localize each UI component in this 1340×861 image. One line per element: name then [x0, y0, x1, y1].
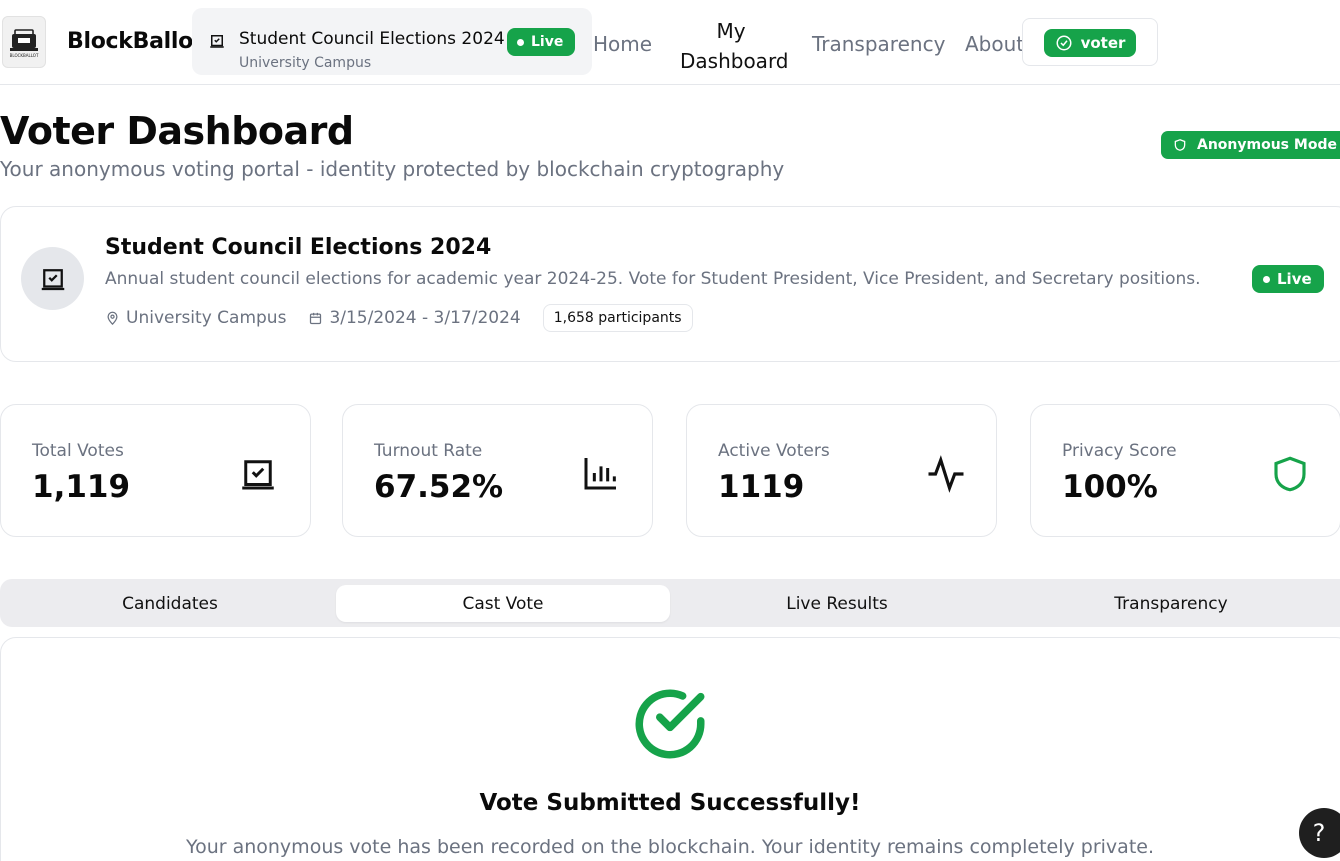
live-dot-icon [517, 38, 524, 46]
top-navbar: BLOCKBALLOT BlockBallot Student Council … [0, 0, 1340, 85]
election-location-meta: University Campus [105, 308, 286, 328]
nav-transparency-link[interactable]: Transparency [812, 32, 945, 56]
check-circle-icon [1056, 35, 1072, 51]
map-pin-icon [107, 311, 118, 325]
election-meta: University Campus 3/15/2024 - 3/17/2024 … [105, 304, 693, 332]
brand-logo[interactable]: BLOCKBALLOT [2, 16, 46, 68]
live-status-badge: Live [507, 28, 576, 56]
stat-card-active-voters: Active Voters 1119 [686, 404, 997, 537]
svg-text:BLOCKBALLOT: BLOCKBALLOT [10, 53, 39, 58]
stat-card-total-votes: Total Votes 1,119 [0, 404, 311, 537]
vote-box-icon [242, 460, 274, 490]
tab-candidates[interactable]: Candidates [3, 585, 337, 622]
current-election-selector[interactable]: Student Council Elections 2024 Universit… [192, 8, 592, 75]
participants-badge: 1,658 participants [542, 304, 693, 332]
nav-dashboard-link[interactable]: My Dashboard [680, 16, 789, 76]
activity-icon [928, 455, 964, 493]
stat-card-privacy: Privacy Score 100% [1030, 404, 1340, 537]
ballot-box-logo-icon: BLOCKBALLOT [10, 29, 39, 58]
stat-card-turnout: Turnout Rate 67.52% [342, 404, 653, 537]
vote-box-icon [41, 268, 64, 290]
tab-cast-vote[interactable]: Cast Vote [336, 585, 670, 622]
election-icon-circle [21, 247, 84, 310]
anonymous-mode-badge: Anonymous Mode [1161, 131, 1340, 159]
role-badge: voter [1044, 29, 1136, 57]
nav-about-link[interactable]: About [965, 32, 1024, 56]
page-title: Voter Dashboard [0, 109, 354, 153]
election-title: Student Council Elections 2024 [239, 29, 505, 49]
tab-transparency[interactable]: Transparency [1004, 585, 1338, 622]
calendar-icon [310, 312, 322, 324]
dashboard-tabs: Candidates Cast Vote Live Results Transp… [0, 579, 1340, 627]
election-dates-meta: 3/15/2024 - 3/17/2024 [308, 308, 521, 328]
check-circle-icon [635, 689, 705, 759]
election-live-badge: Live [1252, 265, 1324, 293]
success-title: Vote Submitted Successfully! [479, 790, 861, 816]
election-description: Annual student council elections for aca… [105, 269, 1201, 289]
page-subtitle: Your anonymous voting portal - identity … [0, 157, 785, 181]
election-card-title: Student Council Elections 2024 [105, 235, 492, 260]
shield-icon [1274, 456, 1306, 492]
user-role-menu[interactable]: voter [1022, 18, 1158, 66]
shield-icon [1174, 139, 1186, 151]
vote-box-icon [210, 35, 224, 48]
brand-name[interactable]: BlockBallot [67, 29, 203, 54]
tab-live-results[interactable]: Live Results [670, 585, 1004, 622]
live-dot-icon [1263, 275, 1270, 283]
bar-chart-icon [584, 458, 616, 490]
election-location: University Campus [239, 55, 372, 71]
success-message: Your anonymous vote has been recorded on… [185, 836, 1154, 858]
election-info-card: Student Council Elections 2024 Annual st… [0, 206, 1340, 362]
nav-home-link[interactable]: Home [593, 32, 652, 56]
